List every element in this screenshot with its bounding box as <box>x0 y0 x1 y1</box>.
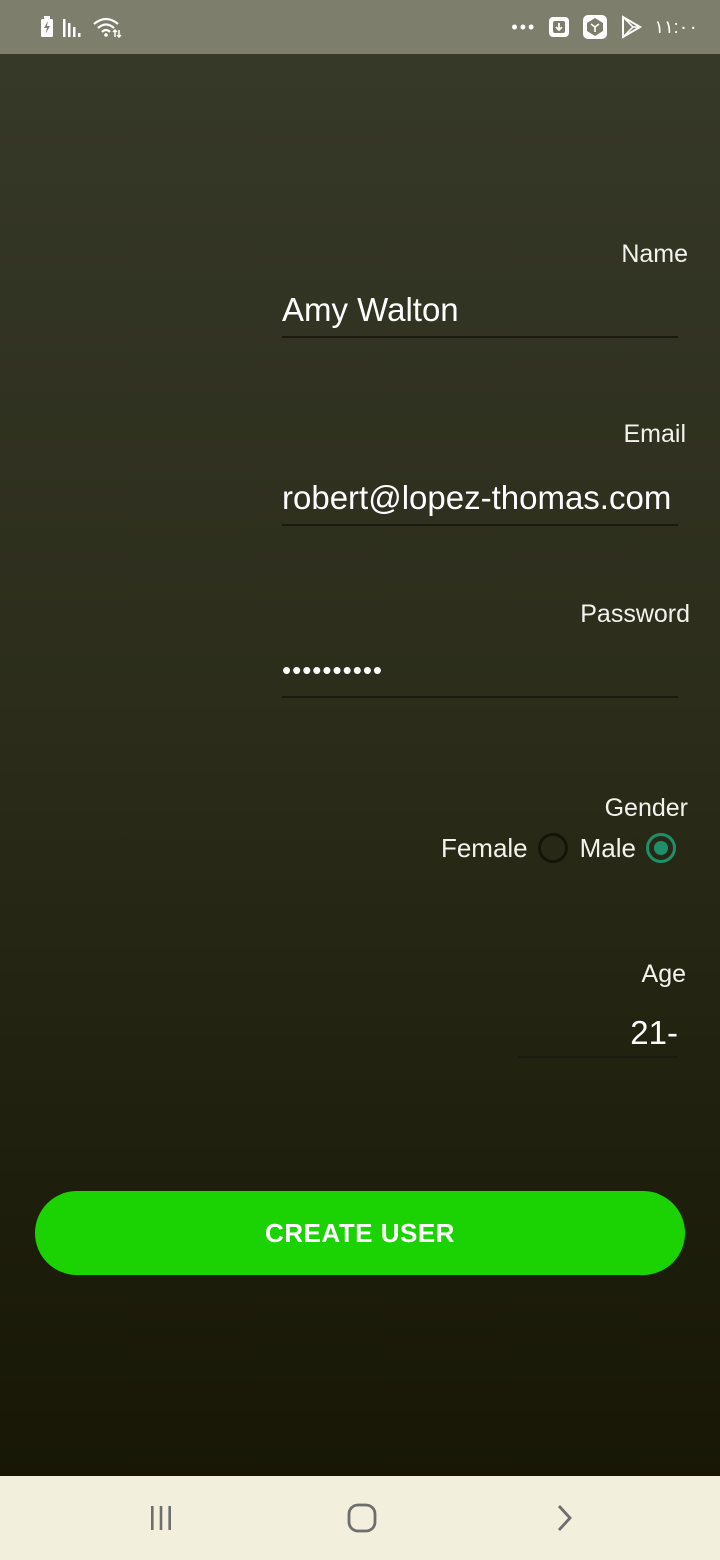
male-radio[interactable] <box>646 833 676 863</box>
female-label: Female <box>440 832 528 863</box>
app-icon <box>582 14 608 40</box>
age-label: Age <box>641 960 686 988</box>
status-bar: ••• ١١:٠٠ <box>0 0 720 54</box>
create-user-button[interactable]: CREATE USER <box>35 1191 685 1275</box>
email-value: robert@lopez-thomas.com <box>282 479 672 516</box>
status-left-icons <box>40 14 122 40</box>
gender-radio-group: Female Male <box>441 828 676 868</box>
signal-icon <box>62 17 84 37</box>
home-icon[interactable] <box>342 1498 382 1538</box>
overflow-dots: ••• <box>511 17 537 37</box>
status-right-icons: ••• ١١:٠٠ <box>511 14 698 40</box>
female-radio[interactable] <box>537 833 568 863</box>
name-input[interactable]: Amy Walton <box>282 284 678 338</box>
play-store-icon <box>620 15 643 39</box>
clock: ١١:٠٠ <box>654 16 698 37</box>
password-input[interactable]: •••••••••• <box>282 644 678 698</box>
password-label: Password <box>580 600 690 628</box>
battery-charging-icon <box>40 16 54 38</box>
back-icon[interactable] <box>544 1498 584 1538</box>
email-input[interactable]: robert@lopez-thomas.com <box>282 472 678 526</box>
recents-icon[interactable] <box>141 1498 181 1538</box>
navigation-bar <box>0 1476 720 1560</box>
age-input[interactable]: 21- <box>518 1008 678 1058</box>
male-label: Male <box>579 832 636 863</box>
name-label: Name <box>621 240 688 268</box>
email-label: Email <box>623 420 686 448</box>
wifi-icon <box>92 16 122 38</box>
download-icon <box>548 16 570 38</box>
gender-label: Gender <box>604 794 688 822</box>
